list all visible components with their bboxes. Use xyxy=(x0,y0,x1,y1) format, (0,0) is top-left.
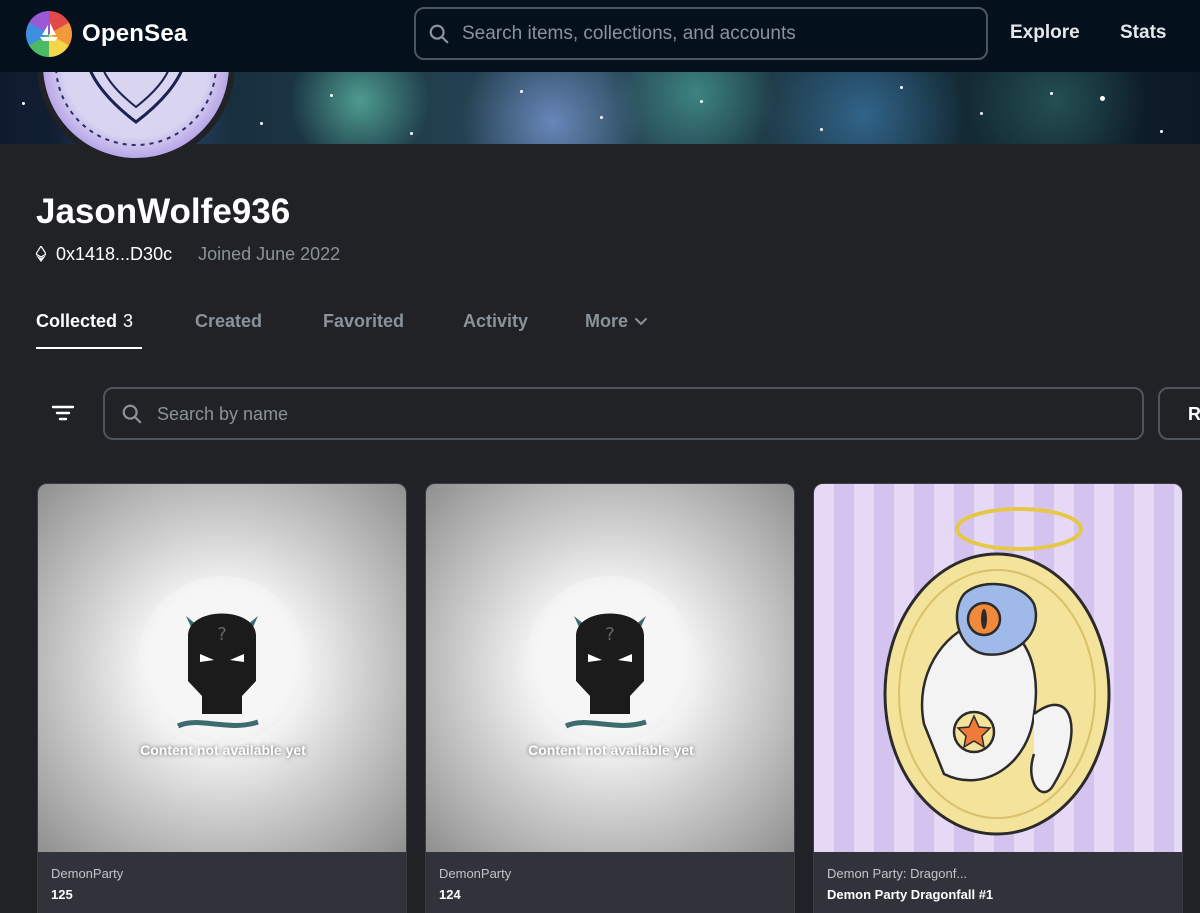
nft-card[interactable]: ? Content not available yet DemonParty 1… xyxy=(37,483,407,913)
active-tab-indicator xyxy=(36,347,142,349)
nft-item-name: 125 xyxy=(51,887,73,902)
nft-media-image xyxy=(814,484,1182,852)
nft-collection-name: Demon Party: Dragonf... xyxy=(827,866,968,881)
profile-username: JasonWolfe936 xyxy=(36,192,291,231)
nft-item-name: Demon Party Dragonfall #1 xyxy=(827,887,994,902)
nav-stats[interactable]: Stats xyxy=(1120,22,1166,44)
global-search-input[interactable] xyxy=(462,21,962,47)
nft-collection-name: DemonParty xyxy=(439,866,512,881)
tab-favorited[interactable]: Favorited xyxy=(323,311,404,332)
svg-text:?: ? xyxy=(605,624,615,645)
nav-explore[interactable]: Explore xyxy=(1010,22,1080,44)
search-icon xyxy=(122,404,142,424)
filter-button[interactable] xyxy=(46,397,80,429)
search-icon xyxy=(429,24,449,44)
svg-text:?: ? xyxy=(217,624,227,645)
chevron-down-icon xyxy=(635,318,648,326)
nft-card[interactable]: Demon Party: Dragonf... Demon Party Drag… xyxy=(813,483,1183,913)
nft-media-placeholder: ? Content not available yet xyxy=(426,484,794,852)
tab-collected[interactable]: Collected 3 xyxy=(36,311,133,332)
content-unavailable-text: Content not available yet xyxy=(140,742,306,758)
ethereum-icon xyxy=(36,246,46,262)
collected-count: 3 xyxy=(123,311,134,331)
tab-created[interactable]: Created xyxy=(195,311,262,332)
joined-date: Joined June 2022 xyxy=(198,243,341,264)
wallet-address[interactable]: 0x1418...D30c xyxy=(56,244,172,265)
sort-button[interactable]: R xyxy=(1158,387,1200,440)
nft-media-placeholder: ? Content not available yet xyxy=(38,484,406,852)
global-search[interactable] xyxy=(414,7,988,60)
demon-placeholder-image: ? xyxy=(138,576,306,744)
name-search[interactable] xyxy=(103,387,1144,440)
nft-item-name: 124 xyxy=(439,887,461,902)
content-unavailable-text: Content not available yet xyxy=(528,742,694,758)
profile-meta: 0x1418...D30c Joined June 2022 xyxy=(36,242,340,266)
demon-placeholder-image: ? xyxy=(526,576,694,744)
sort-button-label: R xyxy=(1188,404,1200,424)
top-nav: OpenSea Explore Stats xyxy=(0,0,1200,72)
nft-card-info: DemonParty 124 xyxy=(426,852,794,913)
nft-card-info: Demon Party: Dragonf... Demon Party Drag… xyxy=(814,852,1182,913)
nft-card-info: DemonParty 125 xyxy=(38,852,406,913)
nft-collection-name: DemonParty xyxy=(51,866,124,881)
filter-icon xyxy=(51,405,75,421)
tab-more[interactable]: More xyxy=(585,311,648,332)
opensea-logo-icon[interactable] xyxy=(26,11,72,57)
dragon-egg-artwork xyxy=(883,507,1111,836)
brand-name[interactable]: OpenSea xyxy=(82,20,187,48)
nft-card[interactable]: ? Content not available yet DemonParty 1… xyxy=(425,483,795,913)
tab-activity[interactable]: Activity xyxy=(463,311,528,332)
name-search-input[interactable] xyxy=(157,402,1117,426)
